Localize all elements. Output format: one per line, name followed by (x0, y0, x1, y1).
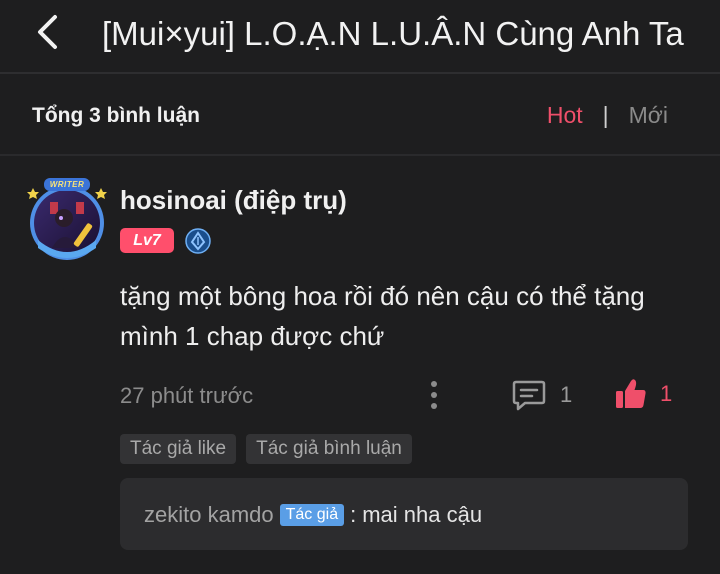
comment-icon (512, 380, 546, 411)
sort-hot-tab[interactable]: Hot (547, 102, 583, 129)
avatar-badge-text: WRITER (49, 180, 85, 189)
sort-options: Hot | Mới (547, 102, 668, 129)
comment-timestamp: 27 phút trước (120, 383, 254, 408)
more-vertical-icon (431, 381, 437, 409)
back-button[interactable] (24, 12, 70, 52)
sort-new-tab[interactable]: Mới (629, 102, 668, 129)
reply-button[interactable]: 1 (512, 378, 572, 412)
more-options-button[interactable] (424, 378, 444, 412)
top-bar: [Mui×yui] L.O.Ạ.N L.U.Â.N Cùng Anh Ta (0, 0, 720, 74)
reply-count: 1 (560, 382, 573, 407)
like-button[interactable]: 1 (614, 376, 672, 412)
thumbs-up-icon (616, 379, 646, 408)
comment-tags: Tác giả like Tác giả bình luận (120, 434, 412, 464)
reply-preview[interactable]: zekito kamdo Tác giả : mai nha cậu (120, 478, 688, 550)
tag-author-liked: Tác giả like (120, 434, 237, 464)
reply-line: zekito kamdo Tác giả : mai nha cậu (144, 502, 482, 528)
comment-username[interactable]: hosinoai (điệp trụ) (120, 185, 347, 216)
avatar[interactable]: WRITER (24, 178, 110, 264)
back-arrow-icon (38, 15, 57, 49)
page-title: [Mui×yui] L.O.Ạ.N L.U.Â.N Cùng Anh Ta (102, 15, 684, 52)
level-badge: Lv7 (120, 228, 174, 253)
verified-badge-icon (185, 228, 211, 254)
total-comments-label: Tổng 3 bình luận (32, 104, 200, 127)
reply-text: mai nha cậu (362, 502, 483, 527)
sort-separator: | (602, 102, 609, 128)
verified-badge (185, 228, 211, 254)
avatar-image (27, 178, 107, 260)
like-count: 1 (660, 381, 673, 406)
comments-summary-bar: Tổng 3 bình luận Hot | Mới (0, 76, 720, 156)
author-badge: Tác giả (279, 504, 345, 526)
reply-username[interactable]: zekito kamdo (144, 502, 274, 528)
reply-separator: : (350, 502, 357, 527)
comment-text: tặng một bông hoa rồi đó nên cậu có thể … (120, 281, 645, 351)
tag-author-replied: Tác giả bình luận (246, 434, 412, 464)
